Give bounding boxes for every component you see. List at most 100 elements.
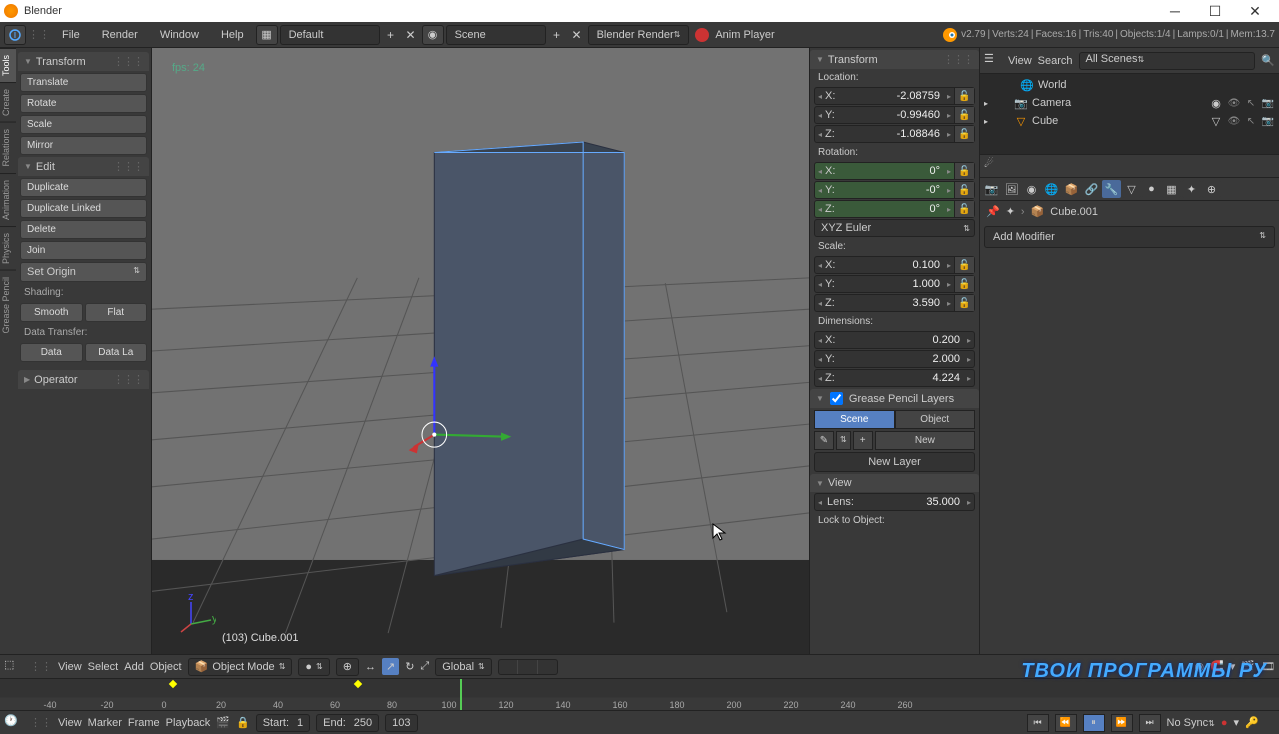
lock-icon[interactable]: 🔓 [954, 163, 974, 179]
vp-add-menu[interactable]: Add [124, 661, 144, 673]
tl-marker-menu[interactable]: Marker [88, 717, 122, 729]
window-close-button[interactable]: ✕ [1235, 1, 1275, 21]
editor-type-properties[interactable]: ☄ [984, 157, 1002, 175]
set-origin-dropdown[interactable]: Set Origin⇅ [20, 262, 147, 282]
scene-browse[interactable]: ◉ [422, 25, 444, 45]
autokey-dropdown-icon[interactable]: ▾ [1233, 716, 1239, 729]
keyframe-prev-button[interactable]: ⏪ [1055, 714, 1077, 732]
vp-select-menu[interactable]: Select [88, 661, 119, 673]
jump-start-button[interactable]: ⏮ [1027, 714, 1049, 732]
rotation-z-field[interactable]: ◂Z:0°▸🔓 [814, 200, 975, 218]
render-engine-dropdown[interactable]: Blender Render⇅ [588, 25, 690, 45]
tab-physics-icon[interactable]: ⊕ [1202, 180, 1221, 198]
manipulator-rotate-icon[interactable]: ↻ [405, 660, 414, 673]
menu-help[interactable]: Help [211, 29, 254, 41]
delete-button[interactable]: Delete [20, 220, 147, 239]
tab-tools[interactable]: Tools [0, 48, 16, 82]
tab-object-icon[interactable]: 📦 [1062, 180, 1081, 198]
vp-view-menu[interactable]: View [58, 661, 82, 673]
menu-window[interactable]: Window [150, 29, 209, 41]
tab-render-layers-icon[interactable]: 🖼 [1002, 180, 1021, 198]
menu-file[interactable]: File [52, 29, 90, 41]
keyframe-icon[interactable] [169, 680, 177, 688]
lock-icon[interactable]: 🔓 [954, 107, 974, 123]
manipulator-scale-icon[interactable]: ⤢ [420, 660, 429, 673]
editor-type-timeline[interactable]: 🕐 [4, 714, 24, 732]
autokey-record-icon[interactable]: ● [1221, 717, 1228, 729]
gp-scene-button[interactable]: Scene [814, 410, 895, 429]
lock-icon[interactable]: 🔓 [954, 201, 974, 217]
screen-layout-browse[interactable]: ▦ [256, 25, 278, 45]
tab-animation[interactable]: Animation [0, 173, 16, 226]
new-layer-button[interactable]: New Layer [814, 452, 975, 472]
editor-type-button[interactable]: i [4, 25, 26, 45]
location-y-field[interactable]: ◂Y:-0.99460▸🔓 [814, 106, 975, 124]
tl-view-menu[interactable]: View [58, 717, 82, 729]
grease-pencil-header[interactable]: ▼Grease Pencil Layers [810, 389, 979, 408]
rotation-mode-dropdown[interactable]: XYZ Euler⇅ [814, 219, 975, 237]
lock-icon[interactable]: 🔒 [236, 716, 250, 729]
data-layout-button[interactable]: Data La [85, 343, 148, 362]
shading-dropdown[interactable]: ●⇅ [298, 658, 329, 676]
cursor-icon[interactable]: ↖ [1244, 116, 1258, 127]
menu-render[interactable]: Render [92, 29, 148, 41]
render-icon[interactable]: 📷 [1261, 98, 1275, 109]
dim-x-field[interactable]: ◂X:0.200▸ [814, 331, 975, 349]
mode-dropdown[interactable]: 📦Object Mode⇅ [188, 658, 293, 676]
scale-button[interactable]: Scale [20, 115, 147, 134]
tab-modifiers-icon[interactable]: 🔧 [1102, 180, 1121, 198]
gp-dropdown-icon[interactable]: ⇅ [836, 431, 851, 450]
scale-x-field[interactable]: ◂X:0.100▸🔓 [814, 256, 975, 274]
sync-dropdown[interactable]: No Sync⇅ [1167, 717, 1215, 729]
tab-grease-pencil[interactable]: Grease Pencil [0, 270, 16, 340]
edit-panel-header[interactable]: ▼Edit⋮⋮⋮ [18, 157, 149, 176]
layout-add-button[interactable]: + [382, 25, 400, 45]
lock-icon[interactable]: 🔓 [954, 126, 974, 142]
scale-z-field[interactable]: ◂Z:3.590▸🔓 [814, 294, 975, 312]
keyframe-icon[interactable] [354, 680, 362, 688]
tab-constraints-icon[interactable]: 🔗 [1082, 180, 1101, 198]
smooth-button[interactable]: Smooth [20, 303, 83, 322]
tab-physics[interactable]: Physics [0, 226, 16, 270]
mirror-button[interactable]: Mirror [20, 136, 147, 155]
scene-remove-button[interactable]: ✕ [568, 25, 586, 45]
window-maximize-button[interactable]: ☐ [1195, 1, 1235, 21]
vp-object-menu[interactable]: Object [150, 661, 182, 673]
pin-icon[interactable]: 📌 [986, 205, 1000, 218]
outliner-filter-dropdown[interactable]: All Scenes⇅ [1079, 52, 1256, 70]
pause-button[interactable]: ⏸ [1083, 714, 1105, 732]
screen-layout-field[interactable]: Default [280, 25, 380, 45]
scale-y-field[interactable]: ◂Y:1.000▸🔓 [814, 275, 975, 293]
duplicate-button[interactable]: Duplicate [20, 178, 147, 197]
dim-z-field[interactable]: ◂Z:4.224▸ [814, 369, 975, 387]
scene-add-button[interactable]: + [548, 25, 566, 45]
manipulator-translate-icon[interactable]: ↗ [382, 658, 399, 675]
render-icon[interactable]: 📷 [1261, 116, 1275, 127]
tab-create[interactable]: Create [0, 82, 16, 122]
keyframe-next-button[interactable]: ⏩ [1111, 714, 1133, 732]
tl-playback-menu[interactable]: Playback [166, 717, 211, 729]
add-modifier-dropdown[interactable]: Add Modifier⇅ [984, 226, 1275, 248]
lock-icon[interactable]: 🔓 [954, 257, 974, 273]
orientation-dropdown[interactable]: Global⇅ [435, 658, 492, 676]
rotate-button[interactable]: Rotate [20, 94, 147, 113]
jump-end-button[interactable]: ⏭ [1139, 714, 1161, 732]
layout-remove-button[interactable]: ✕ [402, 25, 420, 45]
pencil-icon[interactable]: ✎ [814, 431, 834, 450]
playhead[interactable] [460, 679, 462, 710]
scene-link-icon[interactable]: ✦ [1006, 205, 1015, 218]
cursor-icon[interactable]: ↖ [1244, 98, 1258, 109]
gp-checkbox[interactable] [830, 392, 843, 405]
dim-y-field[interactable]: ◂Y:2.000▸ [814, 350, 975, 368]
lock-icon[interactable]: 🔓 [954, 276, 974, 292]
outliner-tree[interactable]: 🌐 World ▸ 📷 Camera ◉ 👁↖📷 ▸ ▽ Cube ▽ 👁↖📷 [980, 74, 1279, 154]
editor-type-3dview[interactable]: ⬚ [4, 658, 24, 676]
eye-icon[interactable]: 👁 [1227, 98, 1241, 109]
manipulator-toggle[interactable]: ↔ [365, 661, 376, 673]
join-button[interactable]: Join [20, 241, 147, 260]
tab-texture-icon[interactable]: ▦ [1162, 180, 1181, 198]
view-panel-header[interactable]: ▼View [810, 474, 979, 492]
location-x-field[interactable]: ◂X:-2.08759▸🔓 [814, 87, 975, 105]
tab-scene-icon[interactable]: ◉ [1022, 180, 1041, 198]
start-frame-field[interactable]: Start:1 [256, 714, 310, 732]
